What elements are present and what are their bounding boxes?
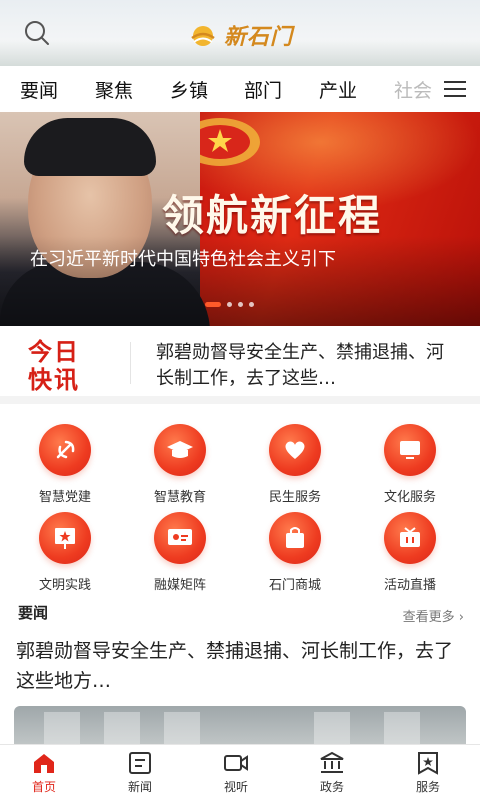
service-zhihui-dangjian[interactable]: 智慧党建 <box>10 424 120 505</box>
quick-news-bar[interactable]: 今日 快讯 郭碧勋督导安全生产、禁捕退捕、河长制工作，去了这些… <box>0 326 480 404</box>
tab-shehui[interactable]: 社会 <box>394 76 432 103</box>
monitor-icon <box>384 424 436 476</box>
tab-bumen[interactable]: 部门 <box>244 76 282 103</box>
carousel-dot[interactable] <box>249 302 254 307</box>
bottom-nav: 首页 新闻 视听 政务 服务 <box>0 744 480 800</box>
app-logo: 新石门 <box>188 18 293 52</box>
news-section-title: 要闻 <box>18 604 49 622</box>
nav-video[interactable]: 视听 <box>196 751 276 795</box>
home-icon <box>34 754 54 773</box>
carousel-indicator <box>205 302 254 307</box>
nav-news[interactable]: 新闻 <box>100 751 180 795</box>
tab-chanye[interactable]: 产业 <box>319 76 357 103</box>
carousel-dot[interactable] <box>238 302 243 307</box>
service-wenming-shijian[interactable]: 文明实践 <box>10 512 120 593</box>
nav-government[interactable]: 政务 <box>292 751 372 795</box>
tv-icon <box>384 512 436 564</box>
heart-icon <box>269 424 321 476</box>
menu-icon[interactable] <box>444 81 466 97</box>
search-icon[interactable] <box>22 18 52 48</box>
nav-service[interactable]: 服务 <box>388 751 468 795</box>
shopping-bag-icon <box>269 512 321 564</box>
tab-yaowen[interactable]: 要闻 <box>20 76 58 103</box>
banner-slogan: 领航新征程 <box>162 191 383 240</box>
service-huodong-zhibo[interactable]: 活动直播 <box>355 512 465 593</box>
service-zhihui-jiaoyu[interactable]: 智慧教育 <box>125 424 235 505</box>
service-icon <box>418 752 438 775</box>
app-header: 新石门 <box>0 0 480 66</box>
quick-news-headline[interactable]: 郭碧勋督导安全生产、禁捕退捕、河长制工作，去了这些… <box>156 340 456 392</box>
services-grid: 智慧党建 智慧教育 民生服务 文化服务 文明实践 融媒矩阵 石门商城 活动直播 <box>0 412 480 598</box>
media-screen-icon <box>154 512 206 564</box>
news-headline[interactable]: 郭碧勋督导安全生产、禁捕退捕、河长制工作，去了这些地方… <box>16 636 464 696</box>
carousel-dot-active[interactable] <box>205 302 221 307</box>
category-tabs: 要闻 聚焦 乡镇 部门 产业 社会 <box>0 66 480 112</box>
service-shimen-shangcheng[interactable]: 石门商城 <box>240 512 350 593</box>
logo-text: 新石门 <box>224 24 294 50</box>
hero-banner[interactable]: 领航新征程 在习近平新时代中国特色社会主义引下 <box>0 112 480 326</box>
tab-jujiao[interactable]: 聚焦 <box>95 76 133 103</box>
banner-caption: 在习近平新时代中国特色社会主义引下 <box>30 249 336 270</box>
quick-news-badge: 今日 快讯 <box>28 337 80 394</box>
tab-xiangzhen[interactable]: 乡镇 <box>170 76 208 103</box>
service-rongmei-juzhen[interactable]: 融媒矩阵 <box>125 512 235 593</box>
sun-logo-icon <box>191 26 215 46</box>
video-icon <box>224 755 248 771</box>
graduation-cap-icon <box>154 424 206 476</box>
service-wenhua-fuwu[interactable]: 文化服务 <box>355 424 465 505</box>
service-minsheng-fuwu[interactable]: 民生服务 <box>240 424 350 505</box>
nav-home[interactable]: 首页 <box>4 751 84 795</box>
news-icon <box>129 752 151 774</box>
star-board-icon <box>39 512 91 564</box>
view-more-link[interactable]: 查看更多 › <box>403 606 464 625</box>
government-icon <box>320 751 344 773</box>
carousel-dot[interactable] <box>227 302 232 307</box>
party-emblem-icon <box>39 424 91 476</box>
